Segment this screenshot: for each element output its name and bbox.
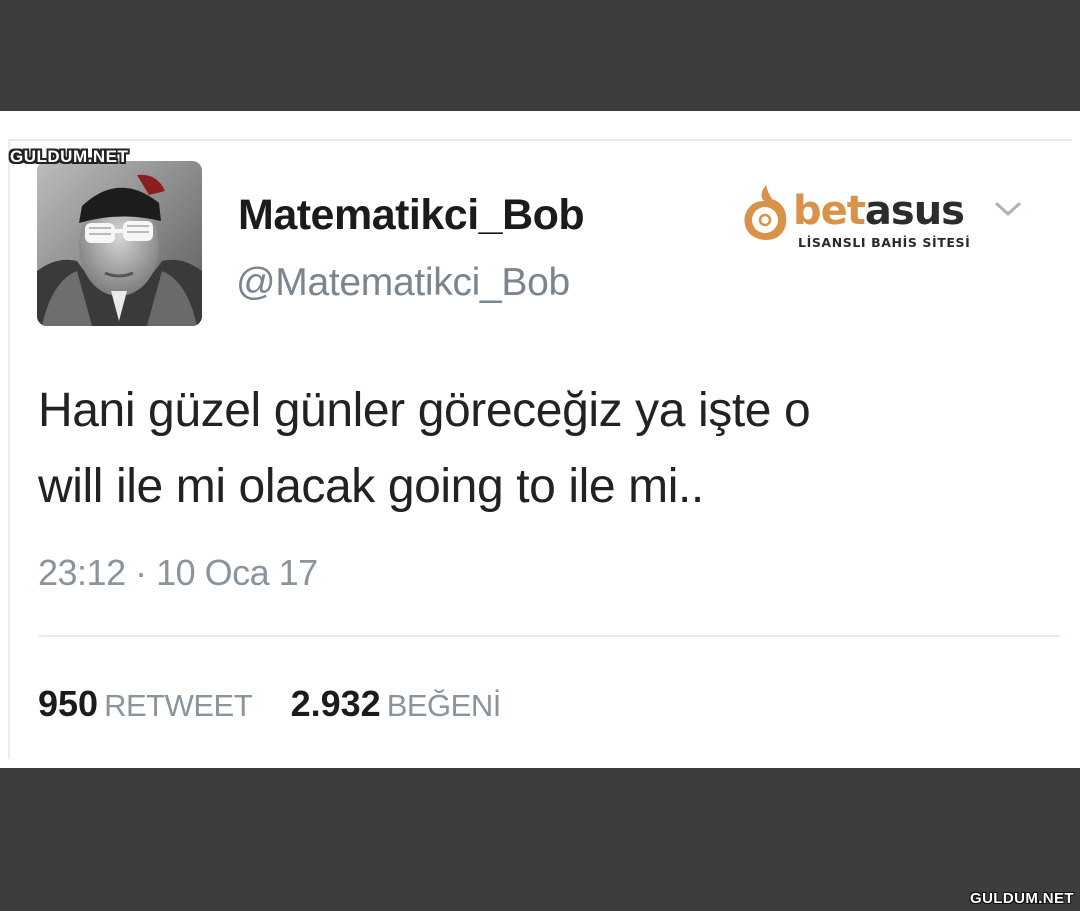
tweet-text-line-2: will ile mi olacak going to ile mi.. [38, 460, 704, 513]
user-handle[interactable]: @Matematikci_Bob [236, 261, 570, 305]
tweet-stats: 950 RETWEET 2.932 BEĞENİ [38, 683, 535, 725]
retweet-count: 950 [38, 683, 99, 724]
tweet-text-line-1: Hani güzel günler göreceğiz ya işte o [38, 384, 811, 437]
tweet-timestamp[interactable]: 23:12 · 10 Oca 17 [38, 552, 318, 594]
watermark-bottom: GULDUM.NET [970, 890, 1074, 907]
brand-logo: betasus LİSANSLI BAHİS SİTESİ [740, 183, 980, 253]
avatar[interactable] [37, 161, 202, 326]
watermark-top: GULDUM.NET [10, 147, 129, 166]
like-label: BEĞENİ [386, 688, 502, 723]
avatar-photo [37, 161, 202, 326]
like-stat[interactable]: 2.932 BEĞENİ [290, 683, 502, 725]
brand-tagline: LİSANSLI BAHİS SİTESİ [798, 235, 971, 250]
retweet-stat[interactable]: 950 RETWEET [38, 683, 253, 725]
brand-name: betasus [793, 188, 965, 234]
flame-icon [744, 185, 787, 240]
divider [38, 635, 1060, 637]
like-count: 2.932 [290, 683, 381, 724]
retweet-label: RETWEET [104, 688, 253, 723]
chevron-down-icon[interactable] [990, 197, 1026, 221]
tweet-card: GULDUM.NET Matematikci_Bob @Matematikci_… [0, 111, 1080, 768]
display-name[interactable]: Matematikci_Bob [238, 191, 585, 240]
tweet-text: Hani güzel günler göreceğiz ya işte o wi… [38, 373, 1048, 525]
